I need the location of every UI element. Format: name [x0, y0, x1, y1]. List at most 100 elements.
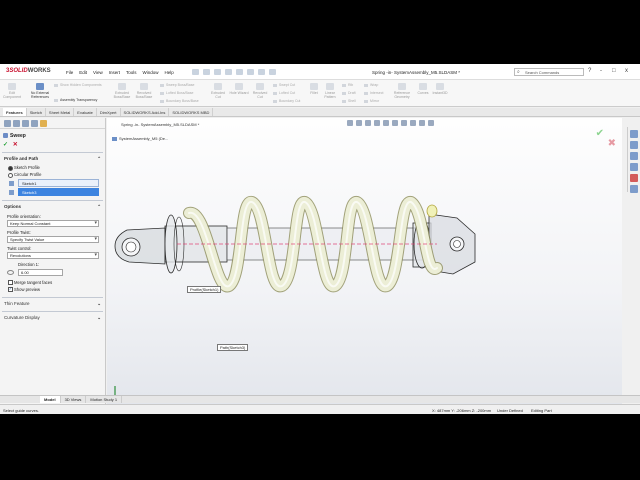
- twist-control-dropdown[interactable]: Revolutions: [7, 252, 99, 259]
- search-commands-input[interactable]: Search Commands: [514, 68, 584, 76]
- revolved-cut-button[interactable]: Revolved Cut: [250, 83, 270, 99]
- sweep-icon: [160, 83, 164, 87]
- profile-path-header[interactable]: Profile and Path ⌃: [2, 153, 103, 164]
- mirror-button[interactable]: Mirror: [364, 99, 379, 103]
- thin-feature-header[interactable]: Thin Feature ⌄: [2, 298, 103, 309]
- new-icon[interactable]: [192, 69, 199, 75]
- maximize-button[interactable]: □: [612, 68, 616, 74]
- rib-button[interactable]: Rib: [342, 83, 353, 87]
- shell-button[interactable]: Shell: [342, 99, 356, 103]
- select-icon[interactable]: [247, 69, 254, 75]
- options-icon[interactable]: [269, 69, 276, 75]
- lower-eye-mount[interactable]: [114, 227, 166, 265]
- sweep-boss-label: Sweep Boss/Base: [166, 83, 195, 87]
- wrap-label: Wrap: [370, 83, 379, 87]
- file-explorer-icon[interactable]: [630, 152, 638, 160]
- menu-insert[interactable]: Insert: [109, 70, 120, 75]
- display-manager-icon[interactable]: [40, 120, 47, 127]
- revolved-boss-button[interactable]: Revolved Boss/Base: [134, 83, 154, 99]
- menu-window[interactable]: Window: [143, 70, 159, 75]
- assembly-transparency-button[interactable]: Assembly Transparency: [54, 98, 97, 102]
- edit-component-button[interactable]: Edit Component: [2, 83, 22, 99]
- swept-cut-button[interactable]: Swept Cut: [273, 83, 295, 87]
- save-icon[interactable]: [214, 69, 221, 75]
- extruded-cut-button[interactable]: Extruded Cut: [208, 83, 228, 99]
- extruded-boss-button[interactable]: Extruded Boss/Base: [112, 83, 132, 99]
- minimize-button[interactable]: -: [600, 68, 602, 74]
- show-preview-checkbox[interactable]: Show preview: [2, 286, 103, 293]
- solidworks-resources-icon[interactable]: [630, 130, 638, 138]
- direction-value-input[interactable]: 6.00: [18, 269, 63, 276]
- design-library-icon[interactable]: [630, 141, 638, 149]
- ok-button[interactable]: ✓: [3, 142, 8, 148]
- linear-pattern-button[interactable]: Linear Pattern: [320, 83, 340, 99]
- lofted-boss-button[interactable]: Lofted Boss/Base: [160, 91, 193, 95]
- menu-file[interactable]: File: [66, 70, 73, 75]
- reference-geometry-button[interactable]: Reference Geometry: [390, 83, 414, 99]
- hole-wizard-button[interactable]: Hole Wizard: [229, 83, 249, 95]
- sweep-title: Sweep: [0, 129, 105, 139]
- lofted-cut-button[interactable]: Lofted Cut: [273, 91, 295, 95]
- tab-sketch[interactable]: Sketch: [27, 108, 46, 116]
- path-selection-box[interactable]: Sketch3: [9, 188, 99, 196]
- path-callout[interactable]: Path(Sketch3): [217, 344, 249, 351]
- tab-sheet-metal[interactable]: Sheet Metal: [46, 108, 75, 116]
- configuration-manager-icon[interactable]: [22, 120, 29, 127]
- boundary-cut-label: Boundary Cut: [279, 99, 301, 103]
- no-external-references-button[interactable]: No External References: [30, 83, 50, 99]
- boundary-cut-button[interactable]: Boundary Cut: [273, 99, 300, 103]
- menu-edit[interactable]: Edit: [79, 70, 87, 75]
- print-icon[interactable]: [225, 69, 232, 75]
- mirror-icon: [364, 99, 368, 103]
- assembly-transparency-label: Assembly Transparency: [60, 98, 98, 102]
- appearances-icon[interactable]: [630, 174, 638, 182]
- tab-dimxpert[interactable]: DimXpert: [97, 108, 121, 116]
- menu-view[interactable]: View: [93, 70, 103, 75]
- curvature-display-header[interactable]: Curvature Display ⌄: [2, 312, 103, 323]
- close-button[interactable]: x: [625, 68, 628, 74]
- feature-tree-icon[interactable]: [4, 120, 11, 127]
- options-header[interactable]: Options ⌃: [2, 201, 103, 212]
- help-icon[interactable]: ?: [588, 68, 591, 74]
- open-icon[interactable]: [203, 69, 210, 75]
- curves-icon: [419, 83, 427, 90]
- circular-profile-radio[interactable]: Circular Profile: [2, 171, 103, 178]
- boundary-boss-button[interactable]: Boundary Boss/Base: [160, 99, 199, 103]
- merge-tangent-checkbox[interactable]: Merge tangent faces: [2, 279, 103, 286]
- revolved-boss-label: Revolved Boss/Base: [135, 91, 153, 99]
- profile-orientation-dropdown[interactable]: Keep Normal Constant: [7, 220, 99, 227]
- tab-mbd[interactable]: SOLIDWORKS MBD: [169, 108, 214, 116]
- draft-button[interactable]: Draft: [342, 91, 356, 95]
- undo-icon[interactable]: [236, 69, 243, 75]
- collapse-icon[interactable]: ⌃: [97, 156, 101, 162]
- custom-properties-icon[interactable]: [630, 185, 638, 193]
- rebuild-icon[interactable]: [258, 69, 265, 75]
- tab-evaluate[interactable]: Evaluate: [74, 108, 97, 116]
- instant3d-button[interactable]: Instant3D: [430, 83, 450, 95]
- intersect-button[interactable]: Intersect: [364, 91, 383, 95]
- tab-motion-study[interactable]: Motion Study 1: [86, 396, 123, 403]
- view-palette-icon[interactable]: [630, 163, 638, 171]
- intersect-icon: [364, 91, 368, 95]
- tab-model[interactable]: Model: [40, 396, 61, 403]
- show-hidden-components-button[interactable]: Show Hidden Components: [54, 83, 102, 87]
- cancel-button[interactable]: ✕: [13, 142, 18, 148]
- sweep-boss-button[interactable]: Sweep Boss/Base: [160, 83, 194, 87]
- sketch-profile-radio[interactable]: Sketch Profile: [2, 164, 103, 171]
- solidworks-logo[interactable]: 3SOLIDWORKS: [6, 68, 51, 74]
- dimxpert-manager-icon[interactable]: [31, 120, 38, 127]
- menu-help[interactable]: Help: [165, 70, 174, 75]
- tab-addins[interactable]: SOLIDWORKS Add-Ins: [121, 108, 170, 116]
- graphics-area[interactable]: Spring -in- SystemAssembly_M5.SLDASM * S…: [107, 118, 622, 405]
- menu-tools[interactable]: Tools: [126, 70, 137, 75]
- wrap-button[interactable]: Wrap: [364, 83, 378, 87]
- collapse-icon[interactable]: ⌃: [97, 204, 101, 210]
- profile-twist-dropdown[interactable]: Specify Twist Value: [7, 236, 99, 243]
- expand-icon[interactable]: ⌄: [97, 315, 101, 321]
- tab-3d-views[interactable]: 3D Views: [61, 396, 87, 403]
- profile-callout[interactable]: Profile(Sketch1): [187, 286, 222, 293]
- property-manager-icon[interactable]: [13, 120, 20, 127]
- expand-icon[interactable]: ⌄: [97, 301, 101, 307]
- tab-features[interactable]: Features: [3, 108, 27, 116]
- profile-selection-box[interactable]: Sketch1: [9, 179, 99, 187]
